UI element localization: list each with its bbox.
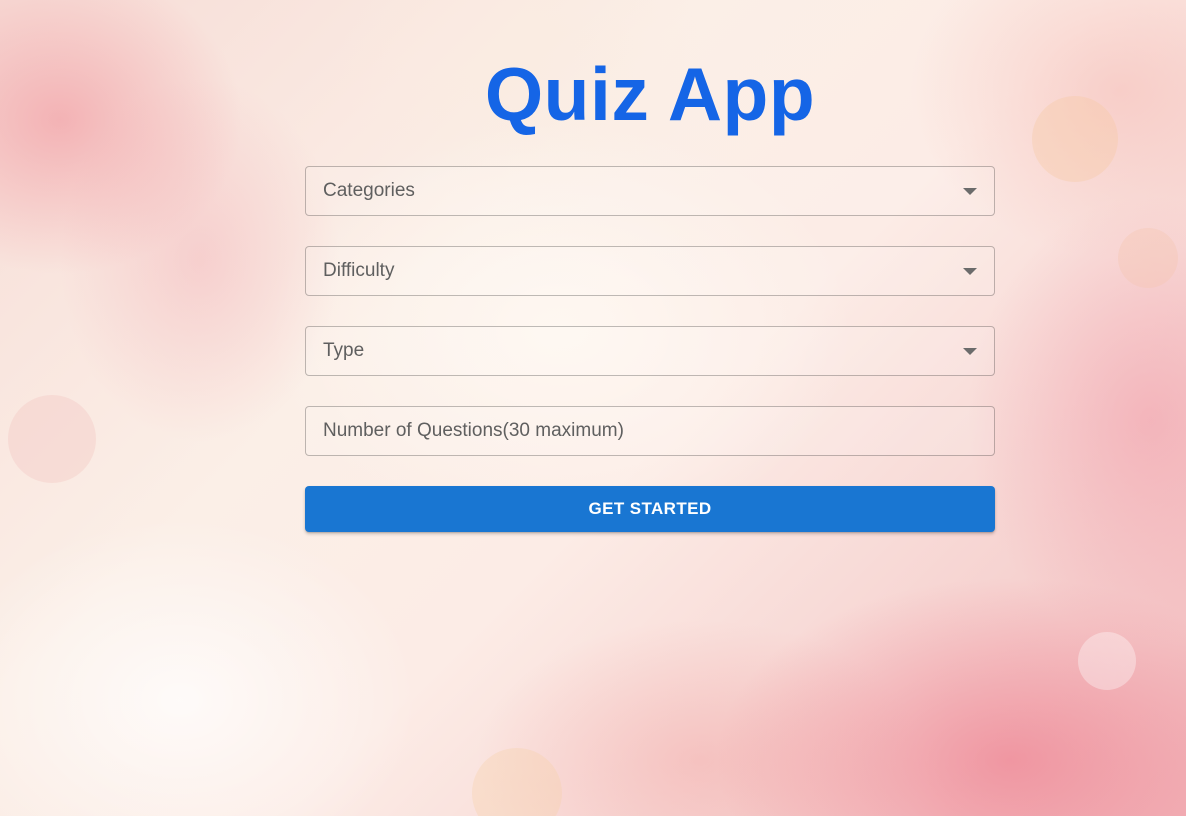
background-blob: [1118, 228, 1178, 288]
page-title-text: Quiz App: [484, 52, 816, 136]
type-select[interactable]: Type: [305, 326, 995, 376]
background-blob: [1078, 632, 1136, 690]
difficulty-select[interactable]: Difficulty: [305, 246, 995, 296]
page-title: Quiz App: [305, 50, 995, 138]
background-blob: [8, 395, 96, 483]
type-select-label: Type: [323, 340, 365, 361]
difficulty-select-label: Difficulty: [323, 260, 395, 281]
categories-select-label: Categories: [323, 180, 415, 201]
caret-down-icon: [963, 347, 977, 355]
number-of-questions-field: [305, 406, 995, 456]
categories-select[interactable]: Categories: [305, 166, 995, 216]
background-blob: [472, 748, 562, 816]
background-blob: [1032, 96, 1118, 182]
caret-down-icon: [963, 267, 977, 275]
caret-down-icon: [963, 187, 977, 195]
number-of-questions-input[interactable]: [323, 420, 977, 442]
get-started-button[interactable]: GET STARTED: [305, 486, 995, 532]
